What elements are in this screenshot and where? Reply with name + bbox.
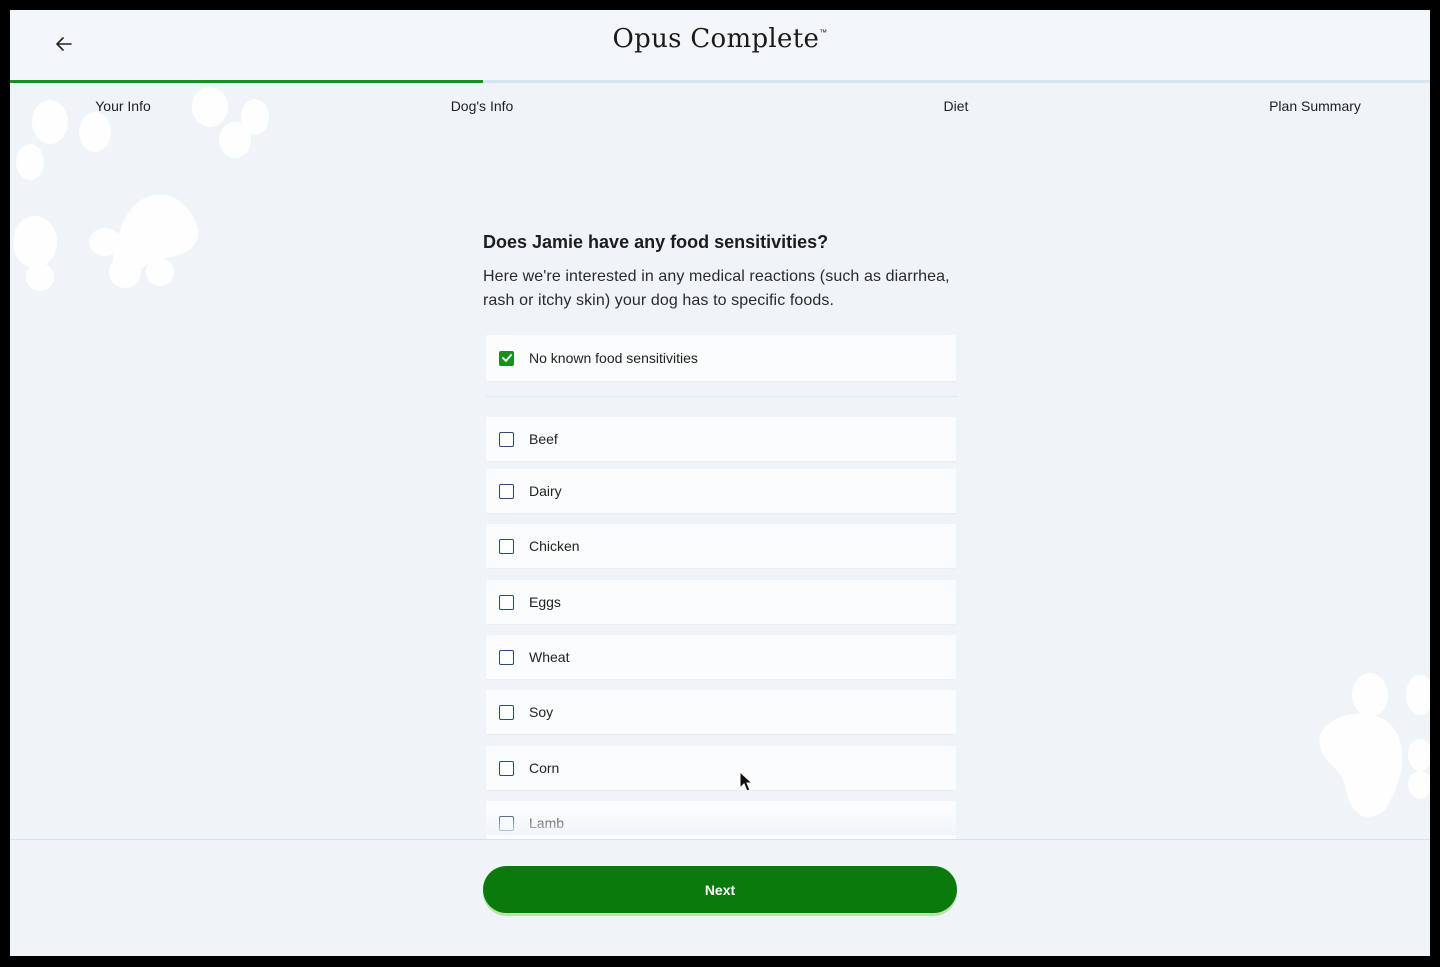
option-label: Soy	[529, 704, 554, 720]
question-description: Here we're interested in any medical rea…	[483, 268, 950, 309]
app-window: Opus Complete™ Your Info Dog's Info Diet…	[10, 10, 1430, 956]
checkbox[interactable]	[499, 760, 514, 776]
brand-logo-text: Opus Complete	[612, 24, 820, 54]
checkbox[interactable]	[499, 649, 514, 665]
option-label: Chicken	[529, 538, 580, 554]
paw-print-decoration-icon	[1319, 673, 1430, 817]
brand-logo: Opus Complete™	[10, 24, 1430, 54]
checkbox[interactable]	[499, 815, 514, 831]
checkbox[interactable]	[499, 538, 514, 554]
top-bar: Opus Complete™	[10, 10, 1430, 80]
footer-bar: Next	[10, 839, 1430, 956]
option-label: Dairy	[529, 483, 562, 499]
option-eggs[interactable]: Eggs	[486, 580, 956, 624]
option-chicken[interactable]: Chicken	[486, 524, 956, 568]
option-beef[interactable]: Beef	[486, 417, 956, 461]
option-label: Corn	[529, 760, 560, 776]
checkbox[interactable]	[499, 594, 514, 610]
checkmark-icon	[501, 354, 512, 362]
checkbox[interactable]	[499, 483, 514, 499]
step-diet[interactable]: Diet	[944, 98, 969, 114]
option-dairy[interactable]: Dairy	[486, 469, 956, 513]
option-label: Lamb	[529, 815, 565, 831]
question-title: Does Jamie have any food sensitivities?	[483, 232, 829, 252]
step-your-info[interactable]: Your Info	[95, 98, 151, 114]
checkbox[interactable]	[499, 704, 514, 720]
option-label: No known food sensitivities	[529, 350, 698, 366]
no-sensitivities-option[interactable]: No known food sensitivities	[486, 335, 956, 381]
step-plan-summary[interactable]: Plan Summary	[1269, 98, 1361, 114]
option-label: Beef	[529, 431, 558, 447]
next-button[interactable]: Next	[483, 866, 957, 913]
option-soy[interactable]: Soy	[486, 690, 956, 734]
checkbox-checked[interactable]	[499, 350, 514, 366]
progress-fill	[10, 80, 483, 83]
paw-print-decoration-icon	[13, 87, 269, 291]
trademark-mark: ™	[819, 28, 828, 37]
option-label: Wheat	[529, 649, 570, 665]
step-labels: Your Info Dog's Info Diet Plan Summary	[10, 98, 1430, 118]
checkbox[interactable]	[499, 431, 514, 447]
progress-track	[10, 80, 1430, 83]
mouse-cursor-icon	[739, 771, 753, 792]
divider	[486, 396, 958, 397]
step-dogs-info[interactable]: Dog's Info	[451, 98, 514, 114]
option-corn[interactable]: Corn	[486, 746, 956, 790]
option-label: Eggs	[529, 594, 561, 610]
option-wheat[interactable]: Wheat	[486, 635, 956, 679]
